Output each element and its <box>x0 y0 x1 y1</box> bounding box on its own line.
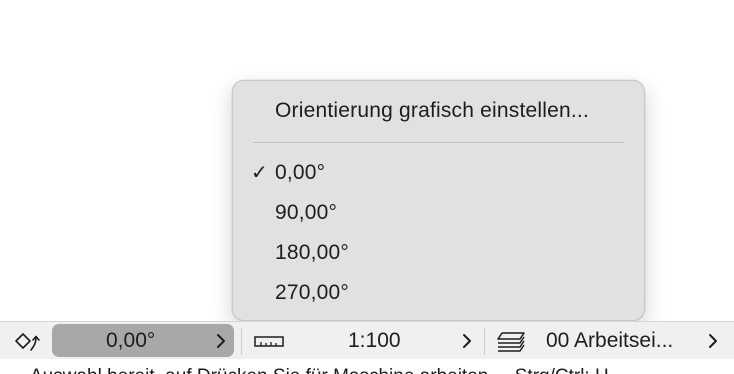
scale-value: 1:100 <box>348 328 401 352</box>
chevron-right-icon <box>216 324 226 357</box>
menu-separator <box>253 142 624 143</box>
status-bar: Auswahl bereit, auf Drücken Sie für Masc… <box>0 359 734 374</box>
menu-item-set-orientation-graphically[interactable]: Orientierung grafisch einstellen... <box>243 93 634 129</box>
menu-item-label: Orientierung grafisch einstellen... <box>275 99 589 122</box>
menu-item-label: 0,00° <box>275 161 326 184</box>
menu-item-0-degrees[interactable]: ✓ 0,00° <box>243 155 634 191</box>
orientation-value-field[interactable]: 0,00° <box>52 324 234 357</box>
orientation-icon[interactable] <box>8 322 46 360</box>
chevron-right-icon <box>462 324 472 357</box>
checkmark-icon: ✓ <box>251 162 268 184</box>
menu-item-270-degrees[interactable]: 270,00° <box>243 275 634 311</box>
status-text: Auswahl bereit, auf Drücken Sie für Masc… <box>30 366 609 374</box>
toolbar-divider <box>241 328 242 355</box>
chevron-right-icon <box>708 324 718 357</box>
layers-icon[interactable] <box>492 322 530 360</box>
menu-item-label: 270,00° <box>275 281 350 304</box>
orientation-popup-menu: Orientierung grafisch einstellen... ✓ 0,… <box>232 80 645 321</box>
menu-item-label: 90,00° <box>275 201 338 224</box>
toolbar-divider <box>484 328 485 355</box>
menu-item-180-degrees[interactable]: 180,00° <box>243 235 634 271</box>
scale-value-field[interactable]: 1:100 <box>292 324 480 357</box>
layer-value: 00 Arbeitsei... <box>546 328 674 352</box>
ruler-icon[interactable] <box>250 322 288 360</box>
bottom-toolbar: 0,00° 1:100 00 Arbeitsei... <box>0 321 734 359</box>
orientation-value: 0,00° <box>106 328 156 352</box>
layer-combination-field[interactable]: 00 Arbeitsei... <box>536 324 726 357</box>
app-window: Orientierung grafisch einstellen... ✓ 0,… <box>0 0 734 374</box>
menu-item-label: 180,00° <box>275 241 350 264</box>
menu-item-90-degrees[interactable]: 90,00° <box>243 195 634 231</box>
